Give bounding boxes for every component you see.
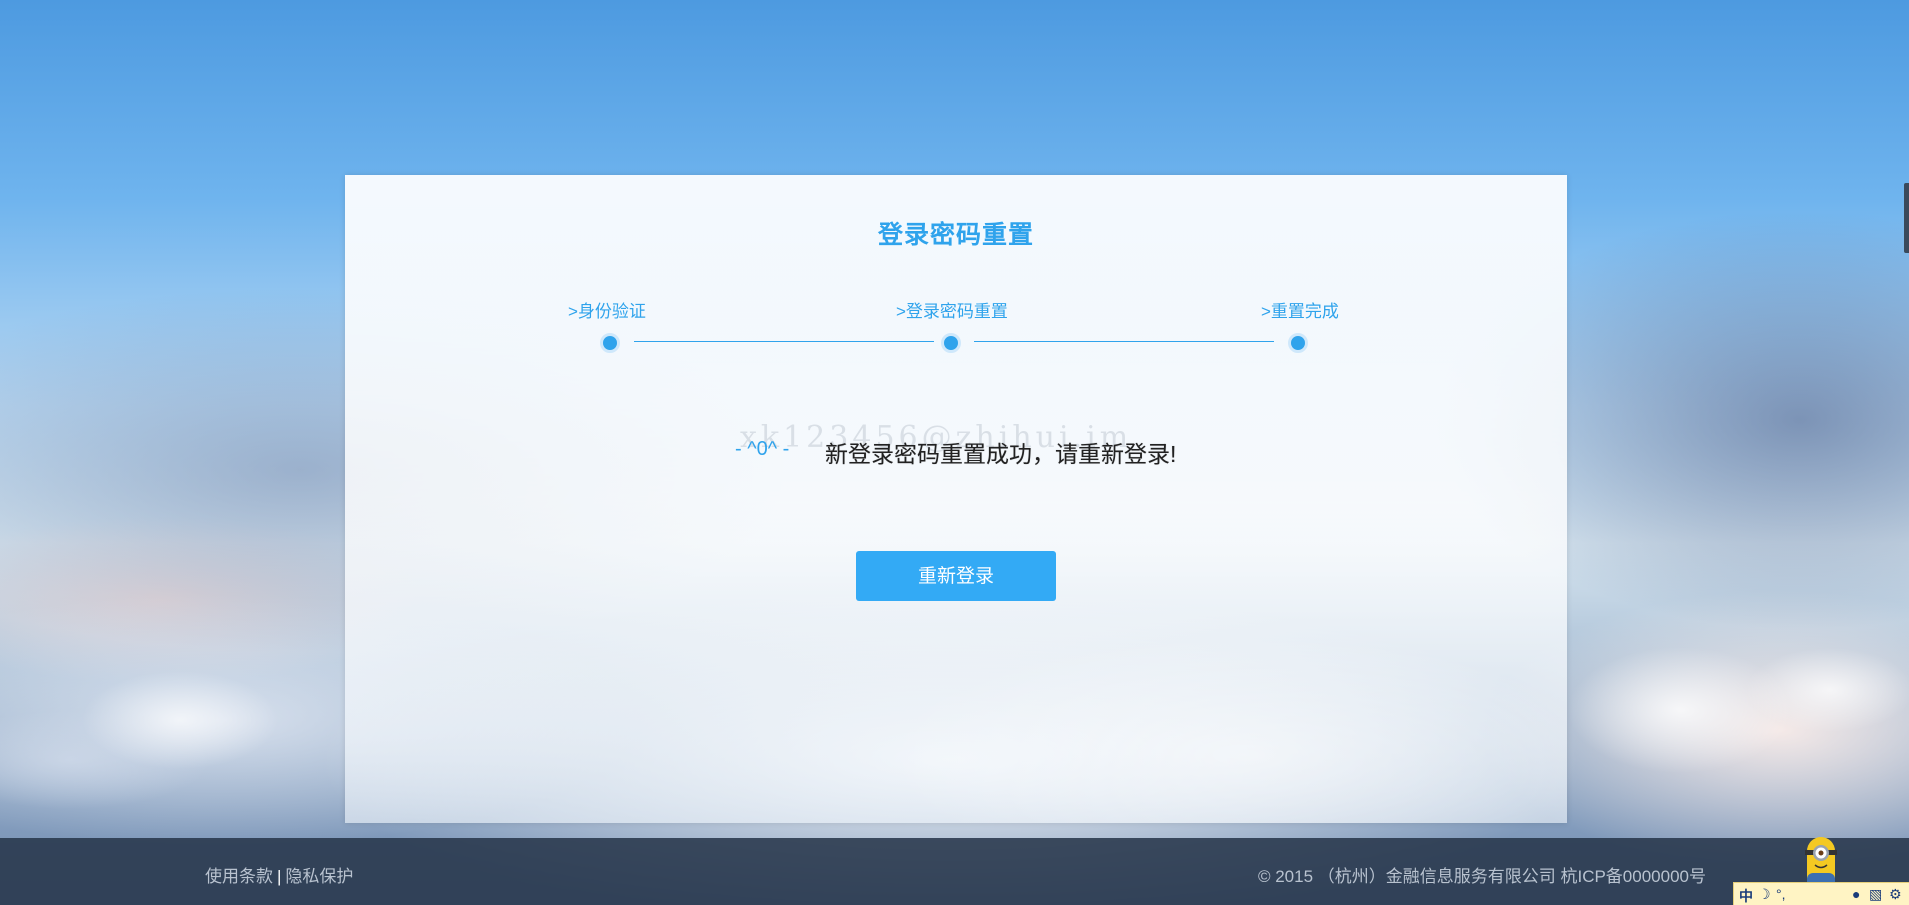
ime-toolbar[interactable]: 中 ☽ °, ● ▧ ⚙ xyxy=(1733,882,1909,905)
footer: 使用条款 | 隐私保护 © 2015 （杭州）金融信息服务有限公司 杭ICP备000… xyxy=(0,838,1909,905)
side-scroll-handle[interactable] xyxy=(1904,183,1909,253)
footer-links: 使用条款 | 隐私保护 xyxy=(205,862,353,887)
step-label-identity: >身份验证 xyxy=(568,302,646,321)
terms-link[interactable]: 使用条款 xyxy=(205,867,273,886)
privacy-link[interactable]: 隐私保护 xyxy=(285,867,353,886)
moon-icon[interactable]: ☽ xyxy=(1758,886,1771,903)
microphone-icon[interactable]: ● xyxy=(1852,886,1860,902)
success-message-row: - ^0^ - 新登录密码重置成功，请重新登录! xyxy=(345,430,1567,470)
footer-separator: | xyxy=(277,867,282,886)
copyright-text: © 2015 （杭州）金融信息服务有限公司 杭ICP备0000000号 xyxy=(1257,867,1706,886)
page-title: 登录密码重置 xyxy=(877,221,1034,249)
step-dot-identity xyxy=(600,333,620,353)
success-message: 新登录密码重置成功，请重新登录! xyxy=(825,441,1177,467)
settings-icon[interactable]: ⚙ xyxy=(1889,886,1902,903)
smiley-emoticon: - ^0^ - xyxy=(735,438,790,460)
step-label-reset: >登录密码重置 xyxy=(896,302,1008,321)
ime-mode-toggle[interactable]: 中 xyxy=(1739,886,1753,905)
step-connector-1 xyxy=(634,341,934,342)
page-background: 登录密码重置 >身份验证 >登录密码重置 >重置完成 xk123456@zhih… xyxy=(0,0,1909,905)
step-dot-complete xyxy=(1288,333,1308,353)
punctuation-icon[interactable]: °, xyxy=(1776,886,1786,902)
step-label-complete: >重置完成 xyxy=(1261,302,1339,321)
step-connector-2 xyxy=(974,341,1274,342)
step-dot-reset xyxy=(941,333,961,353)
reset-card: 登录密码重置 >身份验证 >登录密码重置 >重置完成 xk123456@zhih… xyxy=(345,175,1567,823)
relogin-button[interactable]: 重新登录 xyxy=(856,551,1056,601)
keyboard-icon[interactable]: ▧ xyxy=(1869,886,1882,903)
